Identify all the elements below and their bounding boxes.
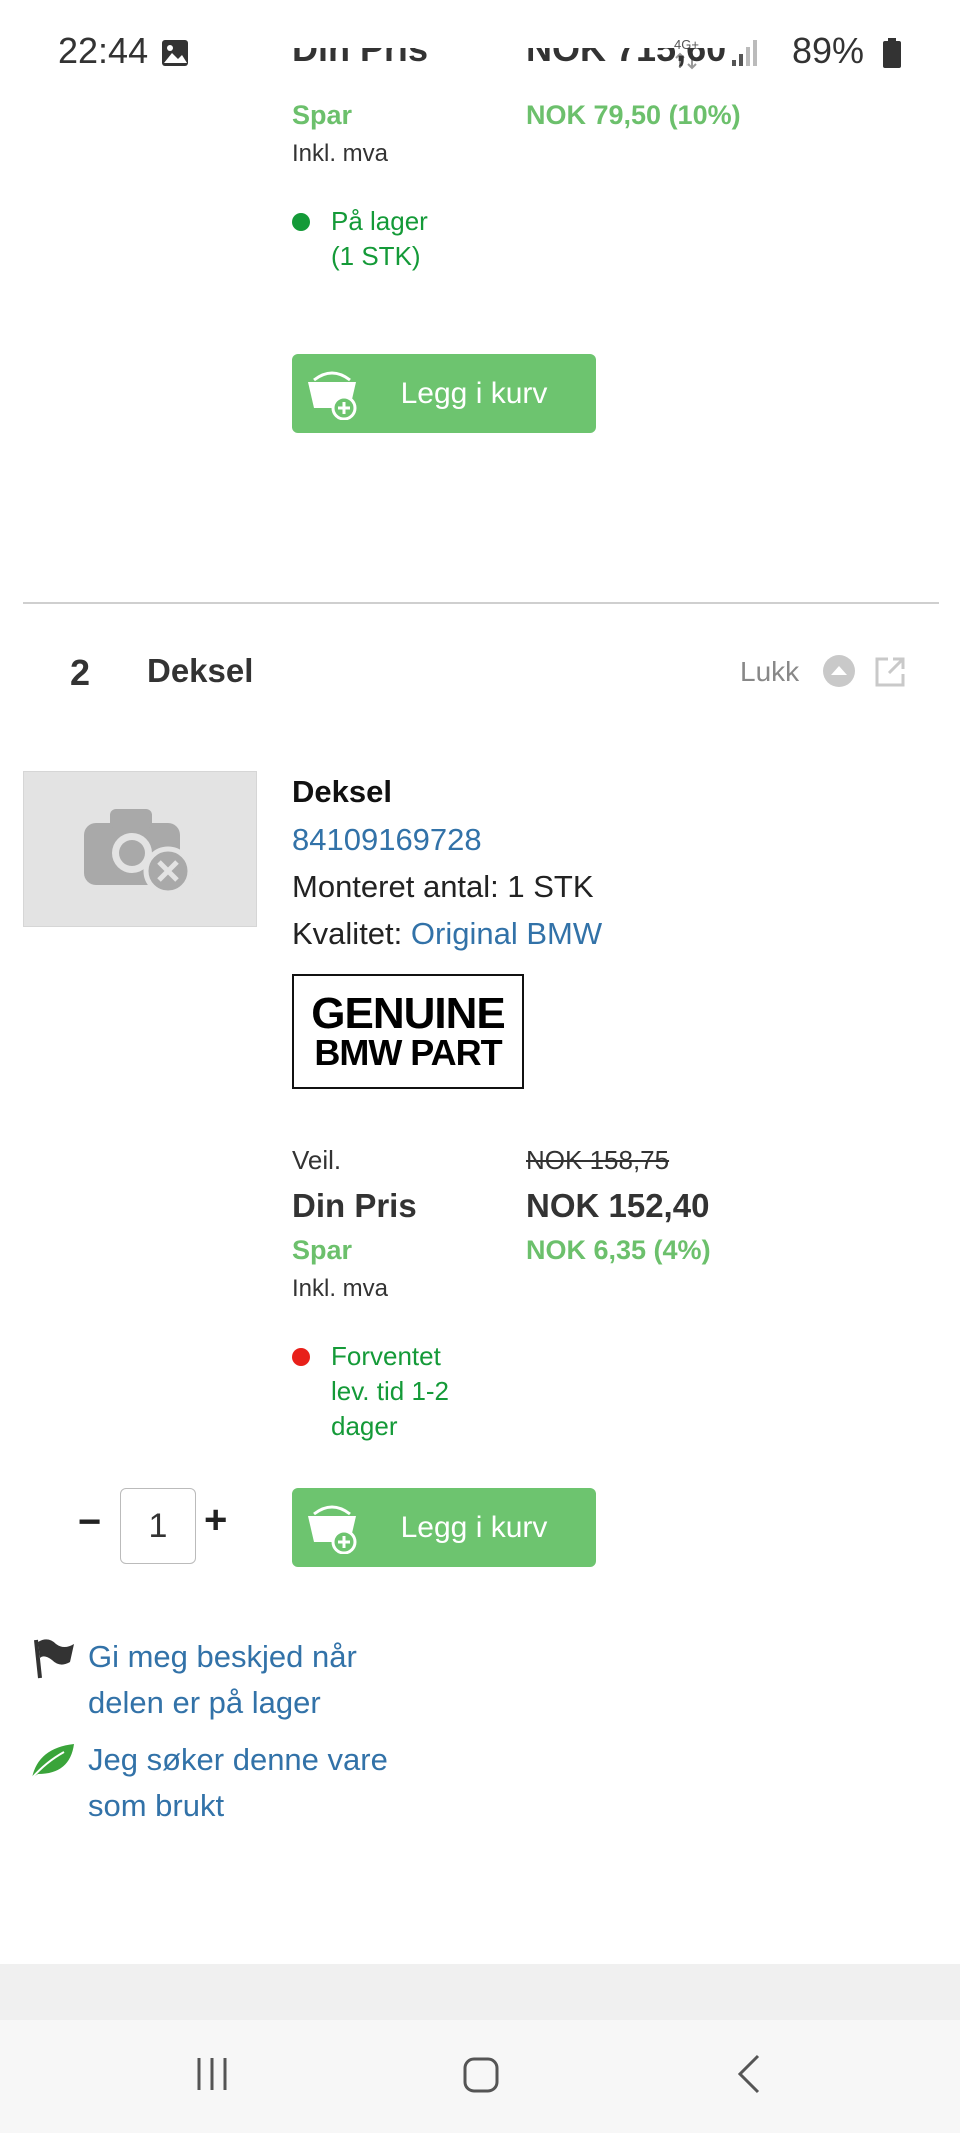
quantity-increase-button[interactable]: + [204, 1498, 227, 1543]
home-icon[interactable] [462, 2056, 500, 2099]
leaf-icon [28, 1740, 76, 1787]
delivery-status-dot [292, 1348, 310, 1366]
genuine-bmw-part-logo: GENUINE BMW PART [292, 974, 524, 1089]
prev-add-to-cart-button[interactable]: Legg i kurv [292, 354, 596, 433]
basket-add-icon [292, 354, 372, 433]
close-link[interactable]: Lukk [740, 656, 799, 688]
add-to-cart-label: Legg i kurv [400, 1510, 548, 1544]
stock-status-dot [292, 213, 310, 231]
prev-price-label: Din Pris [292, 48, 429, 69]
basket-add-icon [292, 1488, 372, 1567]
card-bottom-edge [0, 1940, 960, 1964]
rrp-value: NOK 158,75 [526, 1145, 670, 1175]
genuine-logo-line2: BMW PART [314, 1031, 502, 1073]
status-time: 22:44 [58, 30, 149, 71]
vat-note: Inkl. mva [292, 1275, 389, 1302]
signal-icon [730, 38, 760, 71]
quantity-input[interactable]: 1 [120, 1488, 196, 1564]
product-name: Deksel [292, 774, 392, 809]
collapse-up-icon[interactable] [822, 654, 856, 693]
notify-when-in-stock-link[interactable]: Gi meg beskjed når delen er på lager [88, 1634, 418, 1726]
save-label: Spar [292, 1235, 353, 1265]
quality-label: Kvalitet: [292, 916, 403, 951]
page-footer-bg [0, 1964, 960, 2020]
product-image-placeholder [23, 771, 257, 927]
rrp-label: Veil. [292, 1145, 342, 1175]
genuine-logo-line1: GENUINE [311, 988, 505, 1038]
section-title: Deksel [147, 652, 254, 689]
save-value: NOK 6,35 (4%) [526, 1235, 711, 1265]
quality-row: Kvalitet: Original BMW [292, 916, 602, 952]
battery-percent: 89% [791, 30, 864, 71]
section-number: 2 [70, 652, 91, 693]
your-price-value: NOK 152,40 [526, 1187, 710, 1224]
image-notification-icon [160, 38, 190, 68]
no-image-camera-icon [84, 809, 193, 896]
prev-vat-note: Inkl. mva [292, 140, 389, 167]
prev-stock-status: På lager (1 STK) [331, 206, 428, 271]
section-divider [23, 602, 939, 604]
search-used-link[interactable]: Jeg søker denne vare som brukt [88, 1737, 428, 1829]
prev-price-value: NOK 715,60 [526, 48, 727, 69]
mounted-quantity: Monteret antal: 1 STK [292, 869, 594, 904]
back-icon[interactable] [736, 2054, 762, 2099]
prev-save-label: Spar [292, 100, 353, 130]
open-external-icon[interactable] [874, 656, 906, 693]
quantity-decrease-button[interactable]: − [78, 1500, 101, 1545]
flag-icon [30, 1636, 76, 1687]
system-navbar [0, 2020, 960, 2133]
prev-save-value: NOK 79,50 (10%) [526, 100, 741, 130]
add-to-cart-button[interactable]: Legg i kurv [292, 1488, 596, 1567]
add-to-cart-label: Legg i kurv [400, 376, 548, 410]
recent-apps-icon[interactable] [194, 2056, 230, 2097]
your-price-label: Din Pris [292, 1187, 417, 1224]
battery-icon [882, 38, 902, 73]
quality-link[interactable]: Original BMW [411, 916, 602, 951]
part-number-link[interactable]: 84109169728 [292, 822, 482, 858]
delivery-status: Forventet lev. tid 1-2 dager [331, 1341, 450, 1441]
